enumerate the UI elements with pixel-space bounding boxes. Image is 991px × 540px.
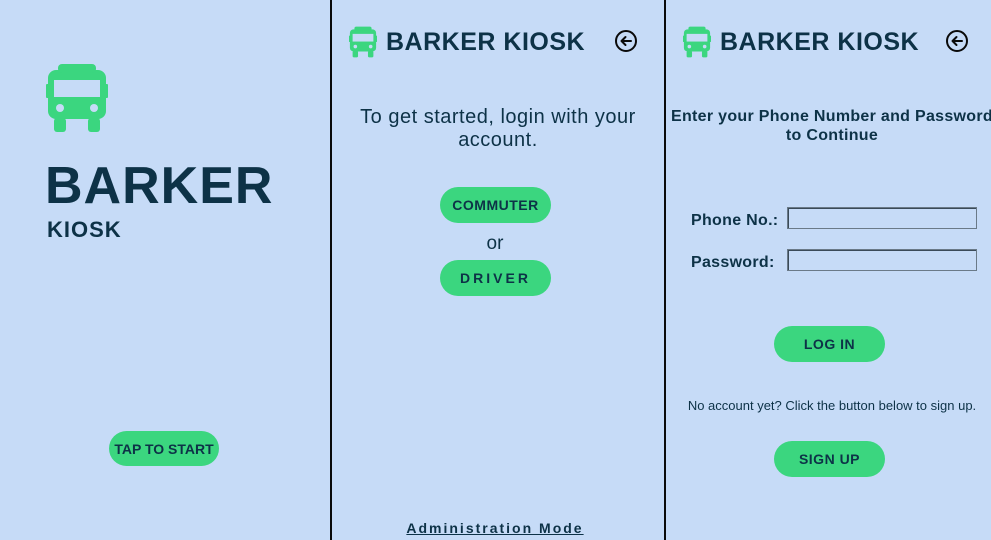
brand-subtitle: KIOSK [47,217,122,242]
login-prompt: Enter your Phone Number and Password to … [671,108,991,144]
commuter-button[interactable]: COMMUTER [440,187,551,223]
password-label: Password: [691,254,775,271]
or-separator: or [486,233,504,254]
password-input[interactable] [787,249,977,271]
splash-screen: BARKER KIOSK TAP TO START [0,0,330,540]
administration-mode-link[interactable]: Administration Mode [332,520,658,536]
login-button[interactable]: LOG IN [774,326,885,362]
phone-input[interactable] [787,207,977,229]
bus-icon [46,64,108,132]
back-arrow-icon[interactable] [945,29,969,53]
signup-note: No account yet? Click the button below t… [687,398,977,413]
intro-text: To get started, login with your account. [360,106,636,151]
driver-button[interactable]: DRIVER [440,260,551,296]
brand-title: BARKER [45,157,274,215]
header-title: BARKER KIOSK [386,27,586,56]
bus-icon [349,26,377,58]
login-choice-screen: BARKER KIOSK To get started, login with … [332,0,664,540]
header-title: BARKER KIOSK [720,27,920,56]
bus-icon [683,26,711,58]
login-form-screen: BARKER KIOSK Enter your Phone Number and… [666,0,991,540]
back-arrow-icon[interactable] [614,29,638,53]
signup-button[interactable]: SIGN UP [774,441,885,477]
tap-to-start-button[interactable]: TAP TO START [109,431,219,466]
phone-label: Phone No.: [691,212,779,229]
